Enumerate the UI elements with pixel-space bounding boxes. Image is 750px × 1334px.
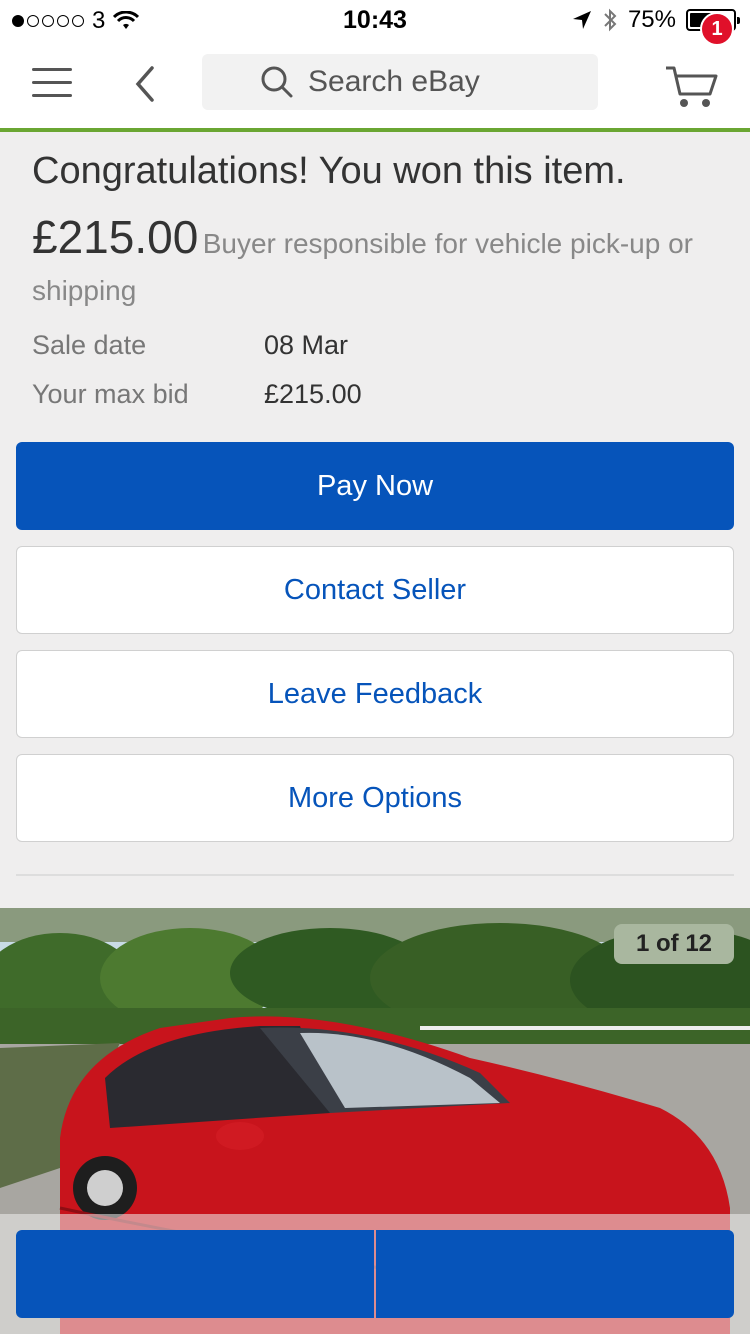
header-divider <box>0 128 750 132</box>
back-chevron-icon[interactable] <box>130 62 160 106</box>
search-placeholder: Search eBay <box>308 65 480 98</box>
cart-count-badge[interactable]: 1 <box>700 12 734 46</box>
more-options-button[interactable]: More Options <box>16 754 734 842</box>
hamburger-menu-icon[interactable] <box>32 68 72 100</box>
battery-percent: 75% <box>627 6 676 33</box>
cart-icon[interactable] <box>664 62 720 110</box>
bottom-action-bar <box>0 1214 750 1334</box>
location-arrow-icon <box>572 11 591 29</box>
detail-value: £215.00 <box>264 379 362 409</box>
pay-now-button[interactable]: Pay Now <box>16 442 734 530</box>
detail-label: Sale date <box>32 330 147 360</box>
winning-price: £215.00 <box>32 211 199 263</box>
contact-seller-button[interactable]: Contact Seller <box>16 546 734 634</box>
price-block: £215.00 Buyer responsible for vehicle pi… <box>32 214 722 317</box>
detail-value: 08 Mar <box>264 330 349 360</box>
app-header: Search eBay <box>0 40 750 128</box>
won-title: Congratulations! You won this item. <box>32 150 626 192</box>
search-input[interactable]: Search eBay <box>202 54 598 110</box>
status-bar: 3 10:43 75% <box>0 0 750 40</box>
bluetooth-icon <box>604 8 617 32</box>
detail-label: Your max bid <box>32 379 189 409</box>
bottom-action-button-left[interactable] <box>16 1230 374 1318</box>
leave-feedback-button[interactable]: Leave Feedback <box>16 650 734 738</box>
search-icon <box>261 66 293 98</box>
photo-counter: 1 of 12 <box>614 924 734 964</box>
bottom-action-button-right[interactable] <box>376 1230 734 1318</box>
section-divider <box>16 874 734 876</box>
